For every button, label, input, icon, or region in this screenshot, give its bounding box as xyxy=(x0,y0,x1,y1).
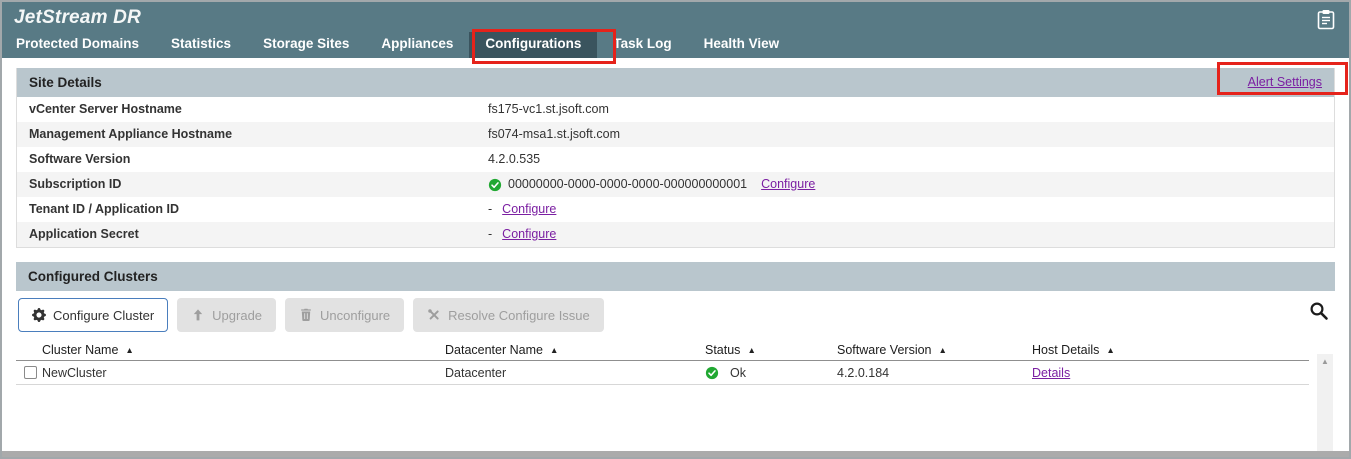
sort-asc-icon: ▲ xyxy=(939,345,947,355)
main-nav: Protected Domains Statistics Storage Sit… xyxy=(14,32,1337,58)
mgmt-appliance-hostname-label: Management Appliance Hostname xyxy=(29,122,488,147)
tab-storage-sites[interactable]: Storage Sites xyxy=(247,32,365,58)
site-detail-row: Management Appliance Hostname fs074-msa1… xyxy=(17,122,1334,147)
site-details-section: Site Details Alert Settings vCenter Serv… xyxy=(16,68,1335,248)
tab-appliances[interactable]: Appliances xyxy=(365,32,469,58)
app-header: JetStream DR Protected Domains Statistic… xyxy=(2,2,1349,58)
col-header-software-version[interactable]: Software Version▲ xyxy=(837,343,1032,357)
col-header-cluster-name[interactable]: Cluster Name▲ xyxy=(42,343,445,357)
status-ok-icon xyxy=(705,366,719,380)
configure-subscription-link[interactable]: Configure xyxy=(761,172,815,197)
software-version-cell: 4.2.0.184 xyxy=(837,366,1032,380)
vertical-scrollbar[interactable]: ▲ xyxy=(1317,354,1333,451)
resolve-configure-issue-button: Resolve Configure Issue xyxy=(413,298,604,332)
subscription-id-label: Subscription ID xyxy=(29,172,488,197)
col-header-datacenter-name[interactable]: Datacenter Name▲ xyxy=(445,343,705,357)
tab-task-log[interactable]: Task Log xyxy=(597,32,687,58)
tenant-app-id-label: Tenant ID / Application ID xyxy=(29,197,488,222)
alert-settings-link[interactable]: Alert Settings xyxy=(1248,68,1322,97)
search-icon[interactable] xyxy=(1309,301,1329,321)
arrow-up-icon xyxy=(191,308,205,322)
clusters-toolbar: Configure Cluster Upgrade Unconfigure Re… xyxy=(16,291,1335,339)
unconfigure-button: Unconfigure xyxy=(285,298,404,332)
gear-icon xyxy=(32,308,46,322)
row-checkbox[interactable] xyxy=(24,366,37,379)
tab-statistics[interactable]: Statistics xyxy=(155,32,247,58)
site-detail-row: Software Version 4.2.0.535 xyxy=(17,147,1334,172)
tab-configurations[interactable]: Configurations xyxy=(469,32,597,58)
upgrade-button: Upgrade xyxy=(177,298,276,332)
status-cell: Ok xyxy=(705,366,837,380)
site-detail-row: Application Secret - Configure xyxy=(17,222,1334,247)
app-title: JetStream DR xyxy=(14,7,1337,29)
vcenter-hostname-label: vCenter Server Hostname xyxy=(29,97,488,122)
sort-asc-icon: ▲ xyxy=(125,345,133,355)
software-version-label: Software Version xyxy=(29,147,488,172)
scroll-up-icon[interactable]: ▲ xyxy=(1317,358,1333,366)
clusters-table: Cluster Name▲ Datacenter Name▲ Status▲ S… xyxy=(16,339,1309,385)
tools-icon xyxy=(427,308,441,322)
configure-cluster-button[interactable]: Configure Cluster xyxy=(18,298,168,332)
trash-icon xyxy=(299,308,313,322)
col-header-host-details[interactable]: Host Details▲ xyxy=(1032,343,1309,357)
configure-secret-link[interactable]: Configure xyxy=(502,222,556,247)
datacenter-name-cell: Datacenter xyxy=(445,366,705,380)
task-log-clipboard-icon[interactable] xyxy=(1317,9,1335,30)
sort-asc-icon: ▲ xyxy=(747,345,755,355)
cluster-name-cell: NewCluster xyxy=(42,366,445,380)
site-detail-row: Tenant ID / Application ID - Configure xyxy=(17,197,1334,222)
tab-health-view[interactable]: Health View xyxy=(688,32,796,58)
configured-clusters-title: Configured Clusters xyxy=(28,262,158,291)
status-ok-icon xyxy=(488,178,502,192)
configured-clusters-section: Configured Clusters Configure Cluster Up… xyxy=(16,262,1335,385)
configure-tenant-link[interactable]: Configure xyxy=(502,197,556,222)
clusters-table-header: Cluster Name▲ Datacenter Name▲ Status▲ S… xyxy=(16,339,1309,361)
subscription-id-value: 00000000-0000-0000-0000-000000000001 xyxy=(508,172,747,197)
sort-asc-icon: ▲ xyxy=(550,345,558,355)
vcenter-hostname-value: fs175-vc1.st.jsoft.com xyxy=(488,97,609,122)
site-details-title: Site Details xyxy=(29,68,102,97)
host-details-link[interactable]: Details xyxy=(1032,366,1070,380)
sort-asc-icon: ▲ xyxy=(1106,345,1114,355)
software-version-value: 4.2.0.535 xyxy=(488,147,540,172)
tab-protected-domains[interactable]: Protected Domains xyxy=(14,32,155,58)
site-detail-row: vCenter Server Hostname fs175-vc1.st.jso… xyxy=(17,97,1334,122)
col-header-status[interactable]: Status▲ xyxy=(705,343,837,357)
mgmt-appliance-hostname-value: fs074-msa1.st.jsoft.com xyxy=(488,122,620,147)
application-secret-value: - xyxy=(488,222,492,247)
cluster-table-row: NewCluster Datacenter Ok 4.2.0.184 Detai… xyxy=(16,361,1309,385)
application-secret-label: Application Secret xyxy=(29,222,488,247)
site-detail-row: Subscription ID 00000000-0000-0000-0000-… xyxy=(17,172,1334,197)
horizontal-scrollbar[interactable] xyxy=(2,451,1349,457)
tenant-app-id-value: - xyxy=(488,197,492,222)
